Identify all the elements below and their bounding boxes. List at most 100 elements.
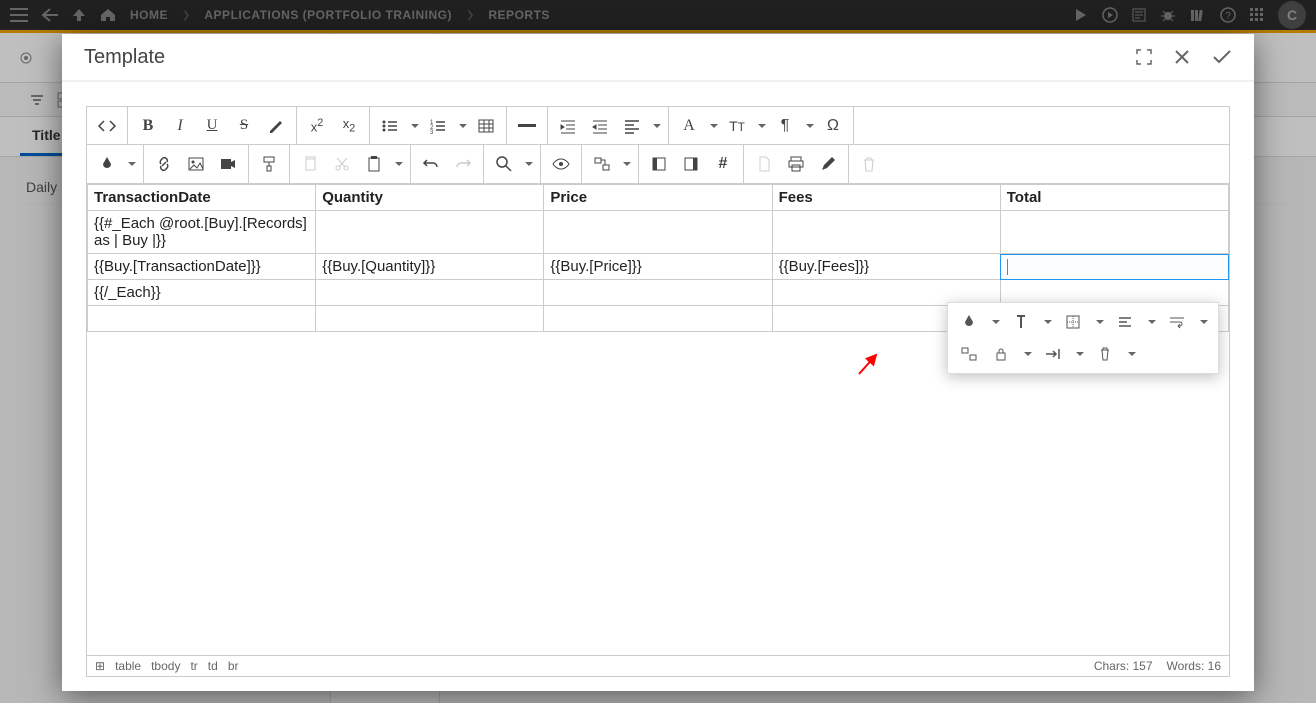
cell-wrap-dropdown[interactable]: [1196, 309, 1210, 335]
binding-cell[interactable]: {{Buy.[Quantity]}}: [316, 254, 544, 280]
cell-insert-icon[interactable]: [1040, 341, 1066, 367]
insert-left-icon[interactable]: [643, 148, 675, 180]
strikethrough-icon[interactable]: S: [228, 110, 260, 142]
cell-insert-dropdown[interactable]: [1072, 341, 1086, 367]
header-cell[interactable]: Fees: [772, 185, 1000, 211]
preview-icon[interactable]: [545, 148, 577, 180]
path-expand-icon[interactable]: ⊞: [95, 659, 105, 673]
cell-delete-dropdown[interactable]: [1124, 341, 1138, 367]
indent-icon[interactable]: [552, 110, 584, 142]
cell-bg-icon[interactable]: [956, 309, 982, 335]
edit-pencil-icon[interactable]: [812, 148, 844, 180]
align-dropdown[interactable]: [648, 110, 664, 142]
merge-dropdown[interactable]: [618, 148, 634, 180]
cell-delete-icon[interactable]: [1092, 341, 1118, 367]
paragraph-dropdown[interactable]: [801, 110, 817, 142]
binding-cell[interactable]: {{Buy.[Price]}}: [544, 254, 772, 280]
table-row: {{#_Each @root.[Buy].[Records] as | Buy …: [88, 211, 1229, 254]
link-icon[interactable]: [148, 148, 180, 180]
video-icon[interactable]: [212, 148, 244, 180]
superscript-icon[interactable]: x2: [301, 110, 333, 142]
empty-cell[interactable]: [544, 211, 772, 254]
cell-text-dropdown[interactable]: [1040, 309, 1054, 335]
horizontal-rule-icon[interactable]: [511, 110, 543, 142]
editor-content[interactable]: TransactionDate Quantity Price Fees Tota…: [86, 184, 1230, 655]
header-cell[interactable]: Total: [1000, 185, 1228, 211]
cell-border-dropdown[interactable]: [1092, 309, 1106, 335]
cell-bg-dropdown[interactable]: [988, 309, 1002, 335]
ul-dropdown[interactable]: [406, 110, 422, 142]
zoom-dropdown[interactable]: [520, 148, 536, 180]
unordered-list-icon[interactable]: [374, 110, 406, 142]
fullscreen-icon[interactable]: [1136, 49, 1152, 65]
underline-icon[interactable]: U: [196, 110, 228, 142]
text-style-icon[interactable]: TT: [721, 110, 753, 142]
table-icon[interactable]: [470, 110, 502, 142]
paste-icon[interactable]: [358, 148, 390, 180]
align-icon[interactable]: [616, 110, 648, 142]
text-style-dropdown[interactable]: [753, 110, 769, 142]
path-item[interactable]: td: [208, 659, 218, 673]
ordered-list-icon[interactable]: 123: [422, 110, 454, 142]
cell-wrap-icon[interactable]: [1164, 309, 1190, 335]
hash-icon[interactable]: #: [707, 148, 739, 180]
outdent-icon[interactable]: [584, 110, 616, 142]
cell-loop-close[interactable]: {{/_Each}}: [88, 280, 316, 306]
insert-right-icon[interactable]: [675, 148, 707, 180]
ol-dropdown[interactable]: [454, 110, 470, 142]
close-icon[interactable]: [1174, 49, 1190, 65]
italic-icon[interactable]: I: [164, 110, 196, 142]
modal-header: Template: [62, 34, 1254, 82]
header-cell[interactable]: Quantity: [316, 185, 544, 211]
path-item[interactable]: table: [115, 659, 141, 673]
header-cell[interactable]: TransactionDate: [88, 185, 316, 211]
zoom-icon[interactable]: [488, 148, 520, 180]
path-item[interactable]: tbody: [151, 659, 180, 673]
empty-cell[interactable]: [1000, 211, 1228, 254]
merge-icon[interactable]: [586, 148, 618, 180]
empty-cell[interactable]: [316, 211, 544, 254]
path-item[interactable]: tr: [190, 659, 197, 673]
empty-cell[interactable]: [544, 306, 772, 332]
cell-lock-icon[interactable]: [988, 341, 1014, 367]
binding-cell[interactable]: {{Buy.[Fees]}}: [772, 254, 1000, 280]
empty-cell[interactable]: [772, 211, 1000, 254]
cell-lock-dropdown[interactable]: [1020, 341, 1034, 367]
annotation-arrow: [854, 349, 884, 382]
cell-loop-open[interactable]: {{#_Each @root.[Buy].[Records] as | Buy …: [88, 211, 316, 254]
empty-cell[interactable]: [544, 280, 772, 306]
doc-icon: [748, 148, 780, 180]
undo-icon[interactable]: [415, 148, 447, 180]
font-color-icon[interactable]: A: [673, 110, 705, 142]
cell-border-icon[interactable]: [1060, 309, 1086, 335]
cell-align-dropdown[interactable]: [1144, 309, 1158, 335]
special-char-icon[interactable]: Ω: [817, 110, 849, 142]
path-item[interactable]: br: [228, 659, 239, 673]
code-view-icon[interactable]: [91, 110, 123, 142]
ink-drop-icon[interactable]: [91, 148, 123, 180]
cell-text-icon[interactable]: [1008, 309, 1034, 335]
svg-text:3: 3: [430, 130, 434, 136]
word-count: Words: 16: [1167, 659, 1221, 673]
empty-cell[interactable]: [316, 280, 544, 306]
cell-merge-icon[interactable]: [956, 341, 982, 367]
bold-icon[interactable]: B: [132, 110, 164, 142]
paragraph-icon[interactable]: ¶: [769, 110, 801, 142]
trash-icon: [853, 148, 885, 180]
confirm-check-icon[interactable]: [1212, 49, 1232, 65]
paste-dropdown[interactable]: [390, 148, 406, 180]
image-icon[interactable]: [180, 148, 212, 180]
header-cell[interactable]: Price: [544, 185, 772, 211]
empty-cell[interactable]: [88, 306, 316, 332]
empty-cell[interactable]: [316, 306, 544, 332]
subscript-icon[interactable]: x2: [333, 110, 365, 142]
cell-align-icon[interactable]: [1112, 309, 1138, 335]
selected-cell[interactable]: [1000, 254, 1228, 280]
highlight-icon[interactable]: [260, 110, 292, 142]
cell-context-toolbar: [947, 302, 1219, 374]
format-paint-icon[interactable]: [253, 148, 285, 180]
font-color-dropdown[interactable]: [705, 110, 721, 142]
binding-cell[interactable]: {{Buy.[TransactionDate]}}: [88, 254, 316, 280]
print-icon[interactable]: [780, 148, 812, 180]
ink-dropdown[interactable]: [123, 148, 139, 180]
